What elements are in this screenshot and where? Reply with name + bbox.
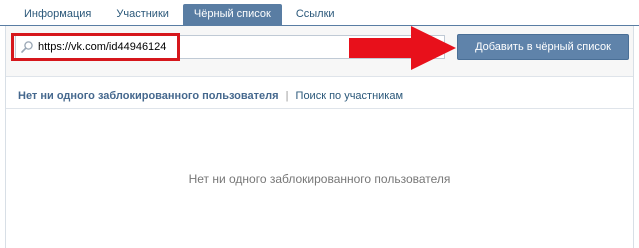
subnav-separator: | [285,90,289,102]
subnav-current: Нет ни одного заблокированного пользоват… [18,90,279,102]
add-to-blacklist-button[interactable]: Добавить в чёрный список [457,34,629,60]
empty-list-message: Нет ни одного заблокированного пользоват… [188,172,451,186]
search-members-link[interactable]: Поиск по участникам [296,90,404,102]
annotation-arrow-icon [349,26,456,70]
subnav-divider [6,108,633,109]
blacklist-panel: Добавить в чёрный список Нет ни одного з… [5,26,634,248]
subnav: Нет ни одного заблокированного пользоват… [18,90,403,104]
tab-info[interactable]: Информация [13,4,102,26]
tab-members[interactable]: Участники [105,4,180,26]
tab-links[interactable]: Ссылки [285,4,346,26]
search-icon [21,41,33,53]
tab-bar: Информация Участники Чёрный список Ссылк… [13,4,349,26]
tab-blacklist[interactable]: Чёрный список [182,4,282,26]
blacklist-toolbar: Добавить в чёрный список [6,26,633,77]
